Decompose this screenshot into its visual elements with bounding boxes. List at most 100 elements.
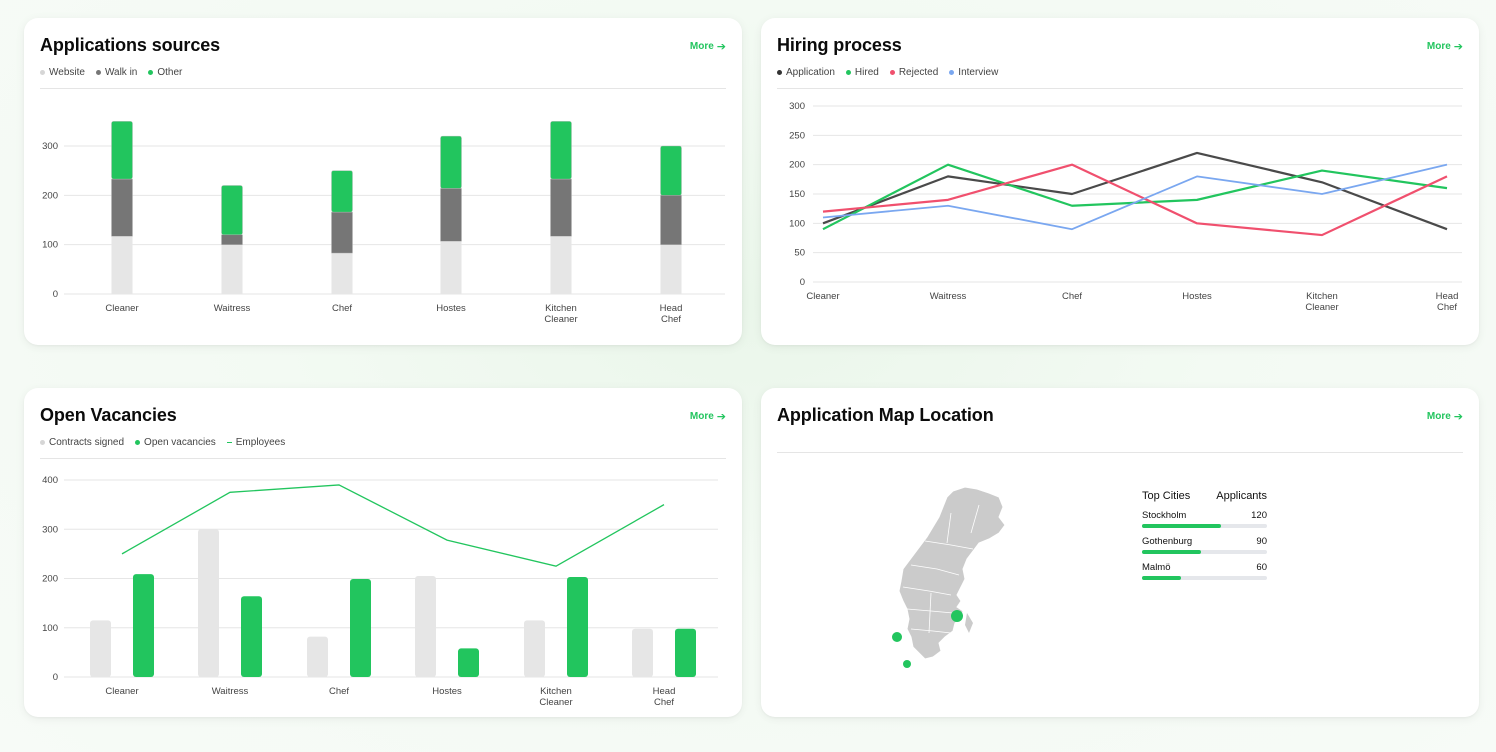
arrow-right-icon: ➔ bbox=[1453, 411, 1463, 423]
x-tick-label: Head bbox=[660, 303, 683, 314]
x-tick-label: Waitress bbox=[212, 686, 249, 697]
bar-open-vacancies bbox=[675, 628, 696, 677]
bar-segment-walk-in bbox=[221, 234, 243, 245]
bar-segment-website bbox=[660, 244, 682, 294]
bar-segment-other bbox=[660, 145, 682, 196]
hiring-process-card: Hiring process More ➔ Application Hired … bbox=[761, 18, 1479, 345]
y-tick-label: 400 bbox=[42, 475, 58, 486]
x-tick-label: Chef bbox=[661, 314, 681, 325]
x-tick-label: Waitress bbox=[214, 303, 251, 314]
y-tick-label: 200 bbox=[789, 160, 805, 171]
x-tick-label: Cleaner bbox=[539, 697, 572, 708]
x-tick-label: Cleaner bbox=[105, 686, 138, 697]
bar-segment-website bbox=[550, 236, 572, 294]
more-label: More bbox=[1426, 411, 1451, 422]
x-tick-label: Head bbox=[1436, 291, 1459, 302]
city-row-malmo: Malmö 60 bbox=[1142, 562, 1267, 580]
bar-segment-other bbox=[331, 170, 353, 213]
city-progress-fill bbox=[1142, 576, 1181, 580]
y-tick-label: 150 bbox=[789, 189, 805, 200]
top-cities-column-label: Top Cities bbox=[1142, 490, 1191, 502]
x-tick-label: Waitress bbox=[930, 291, 967, 302]
x-tick-label: Kitchen bbox=[1306, 291, 1338, 302]
y-tick-label: 0 bbox=[53, 672, 58, 683]
bar-contracts-signed bbox=[524, 620, 545, 677]
x-tick-label: Cleaner bbox=[105, 303, 138, 314]
city-value: 90 bbox=[1256, 536, 1267, 547]
y-tick-label: 0 bbox=[53, 289, 58, 300]
x-tick-label: Chef bbox=[1437, 302, 1457, 313]
x-tick-label: Chef bbox=[329, 686, 349, 697]
bar-segment-website bbox=[331, 253, 353, 294]
city-progress-fill bbox=[1142, 550, 1201, 554]
bar-segment-other bbox=[440, 135, 462, 189]
bar-segment-walk-in bbox=[440, 188, 462, 242]
x-tick-label: Chef bbox=[1062, 291, 1082, 302]
x-tick-label: Cleaner bbox=[544, 314, 577, 325]
map-marker-stockholm[interactable] bbox=[951, 610, 963, 622]
application-map-card: Application Map Location More ➔ Top Citi… bbox=[761, 388, 1479, 717]
y-tick-label: 300 bbox=[42, 141, 58, 152]
city-value: 60 bbox=[1256, 562, 1267, 573]
bar-open-vacancies bbox=[458, 648, 479, 677]
city-row-gothenburg: Gothenburg 90 bbox=[1142, 536, 1267, 554]
city-name: Stockholm bbox=[1142, 510, 1187, 521]
city-progress-track bbox=[1142, 576, 1267, 580]
city-progress-track bbox=[1142, 550, 1267, 554]
open-vacancies-chart: 0 100 200 300 400 Cleaner Waitress Chef Hostes Ki… bbox=[42, 475, 718, 708]
bar-segment-walk-in bbox=[550, 178, 572, 237]
bar-segment-walk-in bbox=[331, 211, 353, 254]
y-tick-label: 100 bbox=[42, 240, 58, 251]
bar-open-vacancies bbox=[133, 574, 154, 677]
city-value: 120 bbox=[1251, 510, 1267, 521]
applicants-column-label: Applicants bbox=[1216, 490, 1267, 502]
bar-open-vacancies bbox=[350, 578, 371, 677]
x-tick-label: Kitchen bbox=[540, 686, 572, 697]
divider bbox=[777, 452, 1463, 453]
gotland-island bbox=[965, 613, 973, 633]
bar-open-vacancies bbox=[567, 577, 588, 677]
x-tick-label: Hostes bbox=[1182, 291, 1212, 302]
bar-contracts-signed bbox=[90, 620, 111, 677]
application-map-title: Application Map Location bbox=[777, 405, 994, 425]
y-tick-label: 300 bbox=[42, 524, 58, 535]
city-row-stockholm: Stockholm 120 bbox=[1142, 510, 1267, 528]
city-progress-track bbox=[1142, 524, 1267, 528]
y-tick-label: 100 bbox=[42, 623, 58, 634]
applications-sources-card: Applications sources More ➔ Website Walk… bbox=[24, 18, 742, 345]
bar-contracts-signed bbox=[632, 628, 653, 677]
y-tick-label: 50 bbox=[794, 248, 805, 259]
x-tick-label: Hostes bbox=[436, 303, 466, 314]
sweden-map[interactable] bbox=[881, 483, 1031, 673]
x-tick-label: Cleaner bbox=[806, 291, 839, 302]
bar-segment-other bbox=[111, 121, 133, 180]
x-tick-label: Cleaner bbox=[1305, 302, 1338, 313]
applications-sources-chart: 0 100 200 300 Cleaner Waitress Chef Hostes Kitch… bbox=[42, 121, 725, 325]
bar-segment-website bbox=[111, 236, 133, 294]
top-cities-header: Top Cities Applicants bbox=[1142, 490, 1267, 502]
open-vacancies-card: Open Vacancies More ➔ Contracts signed O… bbox=[24, 388, 742, 717]
x-tick-label: Hostes bbox=[432, 686, 462, 697]
x-tick-label: Head bbox=[653, 686, 676, 697]
y-tick-label: 200 bbox=[42, 190, 58, 201]
x-tick-label: Chef bbox=[654, 697, 674, 708]
bar-contracts-signed bbox=[307, 636, 328, 677]
y-tick-label: 100 bbox=[789, 218, 805, 229]
application-map-more-link[interactable]: More ➔ bbox=[1427, 410, 1463, 423]
x-tick-label: Chef bbox=[332, 303, 352, 314]
y-tick-label: 200 bbox=[42, 574, 58, 585]
map-marker-gothenburg[interactable] bbox=[892, 632, 902, 642]
map-marker-malmo[interactable] bbox=[903, 660, 911, 668]
bar-open-vacancies bbox=[241, 596, 262, 677]
bar-segment-other bbox=[221, 185, 243, 235]
bar-segment-other bbox=[550, 121, 572, 180]
city-progress-fill bbox=[1142, 524, 1221, 528]
bar-contracts-signed bbox=[415, 576, 436, 677]
bar-contracts-signed bbox=[198, 529, 219, 677]
bar-segment-walk-in bbox=[111, 178, 133, 237]
hiring-process-chart: 0 50 100 150 200 250 300 Cleaner Waitress Chef Hos… bbox=[789, 101, 1462, 313]
x-tick-label: Kitchen bbox=[545, 303, 577, 314]
y-tick-label: 250 bbox=[789, 130, 805, 141]
y-tick-label: 300 bbox=[789, 101, 805, 112]
bar-segment-website bbox=[221, 244, 243, 294]
